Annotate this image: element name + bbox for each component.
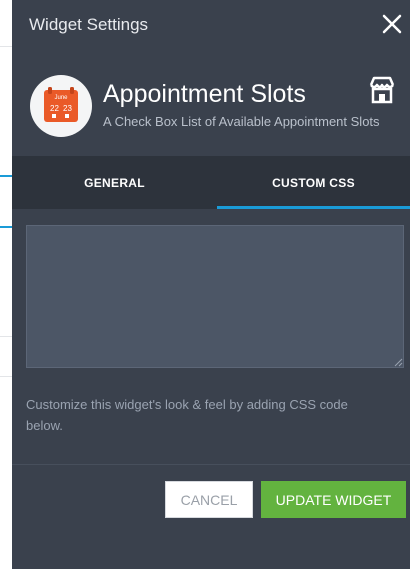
- help-text: Customize this widget's look & feel by a…: [26, 397, 348, 433]
- widget-info: June 22 23 Appointment Slots A Check Box…: [12, 50, 410, 156]
- settings-tabs: GENERAL CUSTOM CSS: [12, 156, 410, 209]
- custom-css-content: Customize this widget's look & feel by a…: [12, 209, 410, 569]
- update-widget-button[interactable]: UPDATE WIDGET: [261, 481, 406, 518]
- calendar-icon: June 22 23: [30, 75, 92, 137]
- tab-custom-css-label: CUSTOM CSS: [272, 175, 355, 190]
- footer-divider: [12, 464, 410, 465]
- widget-settings-panel: Widget Settings June 22 23 Appointment S…: [12, 0, 410, 569]
- cancel-button[interactable]: CANCEL: [165, 481, 253, 518]
- tab-general-label: GENERAL: [84, 175, 145, 190]
- bg-divider: [0, 336, 12, 337]
- store-icon[interactable]: [366, 74, 398, 106]
- bg-accent-line: [0, 175, 12, 177]
- bg-divider: [0, 376, 12, 377]
- bg-divider: [0, 46, 12, 47]
- resize-handle-icon[interactable]: [394, 358, 403, 367]
- bg-accent-line: [0, 226, 12, 228]
- custom-css-editor[interactable]: [26, 225, 404, 368]
- tab-general[interactable]: GENERAL: [12, 156, 217, 209]
- calendar-day: 22: [50, 104, 59, 113]
- widget-name: Appointment Slots: [103, 80, 306, 108]
- background-page-strip: [0, 0, 12, 569]
- widget-description: A Check Box List of Available Appointmen…: [103, 114, 380, 129]
- panel-header: Widget Settings: [12, 0, 410, 50]
- tab-custom-css[interactable]: CUSTOM CSS: [217, 156, 410, 209]
- calendar-month: June: [54, 95, 68, 101]
- panel-title: Widget Settings: [29, 15, 149, 34]
- close-icon[interactable]: [378, 10, 406, 38]
- calendar-day: 23: [63, 104, 72, 113]
